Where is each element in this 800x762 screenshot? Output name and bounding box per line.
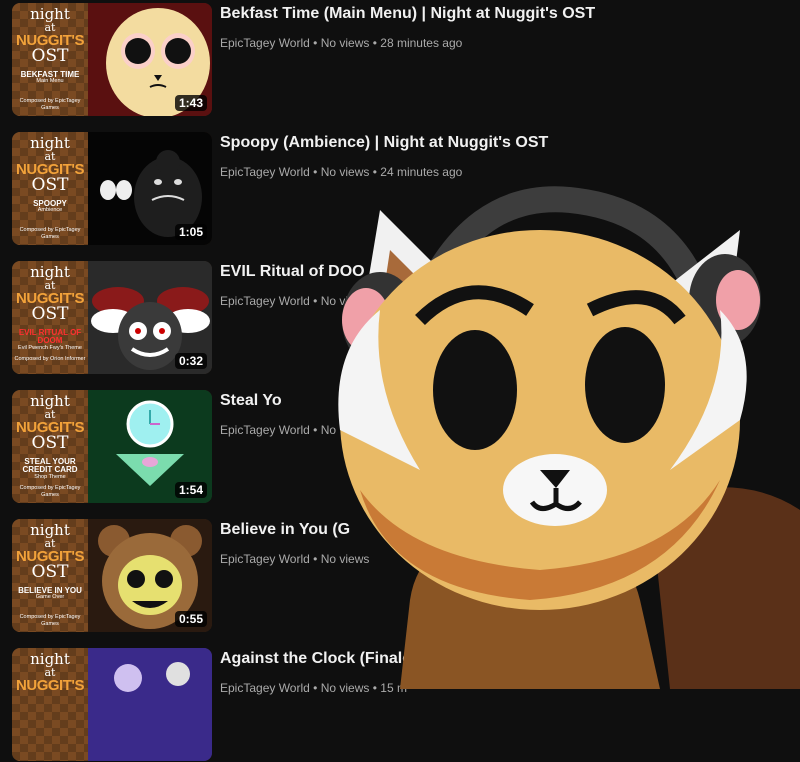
view-count: No views: [320, 36, 370, 50]
video-duration: 1:43: [174, 95, 207, 111]
thumbnail-composer: Composed by EpicTagey Games: [19, 227, 81, 240]
thumbnail-composer: Composed by EpicTagey Games: [19, 485, 81, 498]
video-row-1[interactable]: night at NUGGIT'S OST BEKFAST TIME Main M…: [12, 3, 792, 117]
thumbnail-logo-panel: night at NUGGIT'S OST SPOOPY Ambience Com…: [12, 132, 88, 245]
video-duration: 0:32: [174, 353, 207, 369]
game-logo: night at NUGGIT'S: [16, 650, 84, 694]
thumbnail-logo-panel: night at NUGGIT'S OST EVIL RITUAL OF DOO…: [12, 261, 88, 374]
video-thumbnail[interactable]: night at NUGGIT'S OST BEKFAST TIME Main M…: [12, 3, 212, 116]
upload-age: 28 minutes ago: [380, 36, 463, 50]
thumbnail-caption: BEKFAST TIME Main Menu: [20, 70, 80, 85]
video-thumbnail[interactable]: night at NUGGIT'S OST BELIEVE IN YOU Game…: [12, 519, 212, 632]
thumbnail-caption: SPOOPY Ambience: [33, 199, 67, 214]
thumbnail-logo-panel: night at NUGGIT'S OST BELIEVE IN YOU Game…: [12, 519, 88, 632]
red-panda-character-overlay: [338, 186, 800, 689]
thumbnail-caption: EVIL RITUAL OF DOOM Evil Pwench Fwy's The…: [18, 328, 82, 351]
video-duration: 1:05: [174, 224, 207, 240]
video-thumbnail[interactable]: night at NUGGIT'S: [12, 648, 212, 761]
video-thumbnail[interactable]: night at NUGGIT'S OST STEAL YOUR CREDIT …: [12, 390, 212, 503]
video-title[interactable]: Spoopy (Ambience) | Night at Nuggit's OS…: [220, 134, 790, 152]
video-duration: 1:54: [174, 482, 207, 498]
video-title[interactable]: Bekfast Time (Main Menu) | Night at Nugg…: [220, 5, 790, 23]
thumbnail-logo-panel: night at NUGGIT'S OST STEAL YOUR CREDIT …: [12, 390, 88, 503]
game-logo: night at NUGGIT'S OST: [16, 5, 84, 66]
thumbnail-composer: Composed by EpicTagey Games: [19, 614, 81, 627]
character-art-finale: [88, 648, 212, 761]
thumbnail-logo-panel: night at NUGGIT'S OST BEKFAST TIME Main M…: [12, 3, 88, 116]
channel-name[interactable]: EpicTagey World: [220, 36, 310, 50]
game-logo: night at NUGGIT'S OST: [16, 263, 84, 324]
thumbnail-logo-panel: night at NUGGIT'S: [12, 648, 88, 761]
thumbnail-composer: Composed by EpicTagey Games: [19, 98, 81, 111]
game-logo: night at NUGGIT'S OST: [16, 392, 84, 453]
thumbnail-composer: Composed by Orion Informer: [14, 356, 86, 362]
video-subline: EpicTagey World • No views • 28 minutes …: [220, 36, 463, 50]
thumbnail-caption: STEAL YOUR CREDIT CARD Shop Theme: [22, 457, 78, 480]
video-thumbnail[interactable]: night at NUGGIT'S OST SPOOPY Ambience Com…: [12, 132, 212, 245]
video-meta: Bekfast Time (Main Menu) | Night at Nugg…: [220, 5, 790, 50]
video-duration: 0:55: [174, 611, 207, 627]
thumbnail-caption: BELIEVE IN YOU Game Over: [18, 586, 82, 601]
game-logo: night at NUGGIT'S OST: [16, 521, 84, 582]
game-logo: night at NUGGIT'S OST: [16, 134, 84, 195]
video-thumbnail[interactable]: night at NUGGIT'S OST EVIL RITUAL OF DOO…: [12, 261, 212, 374]
